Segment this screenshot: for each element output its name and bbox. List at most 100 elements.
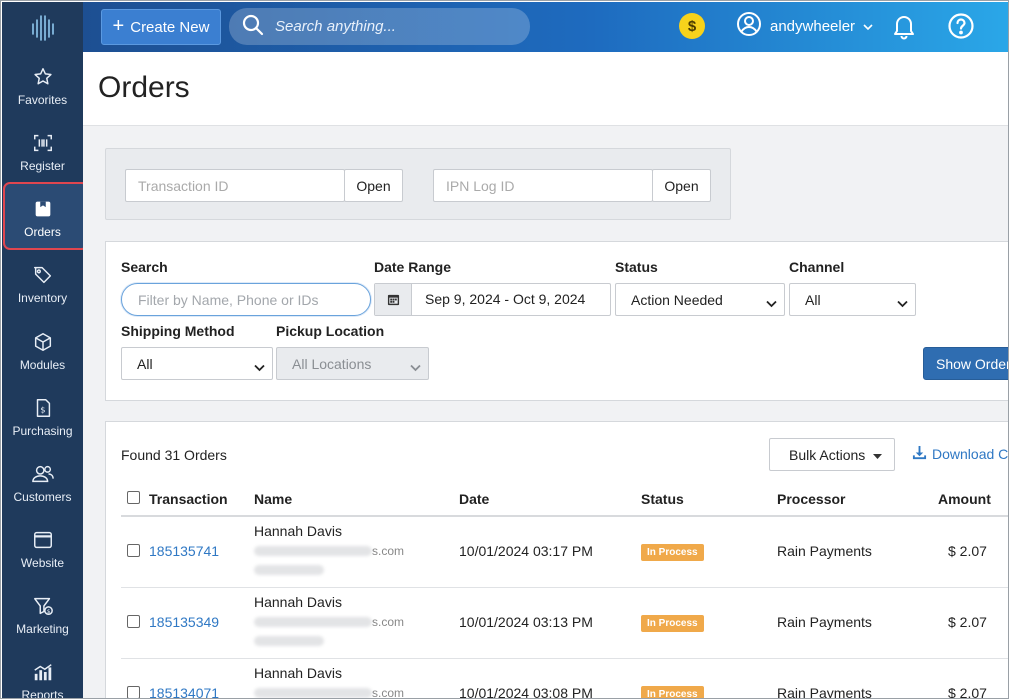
customer-name: Hannah Davis bbox=[254, 665, 342, 681]
username: andywheeler bbox=[770, 17, 856, 35]
tag-icon bbox=[31, 263, 55, 287]
sidebar-item-label: Orders bbox=[24, 225, 61, 239]
sidebar-item-website[interactable]: Website bbox=[2, 520, 83, 580]
row-checkbox[interactable] bbox=[127, 615, 140, 628]
date-range-label: Date Range bbox=[374, 259, 452, 275]
redacted-phone bbox=[254, 636, 324, 646]
download-csv-label: Download CSV bbox=[932, 446, 1009, 462]
order-date: 10/01/2024 03:13 PM bbox=[459, 614, 593, 630]
pickup-location-label: Pickup Location bbox=[276, 323, 385, 339]
table-row[interactable]: 185135349 Hannah Davis s.com 10/01/2024 … bbox=[121, 588, 1008, 659]
pickup-location-select: All Locations bbox=[276, 347, 429, 380]
status-badge: In Process bbox=[641, 686, 704, 698]
transaction-link[interactable]: 185134071 bbox=[149, 685, 219, 698]
transaction-link[interactable]: 185135741 bbox=[149, 543, 219, 559]
sidebar-item-register[interactable]: Register bbox=[2, 123, 83, 183]
date-range-picker[interactable]: Sep 9, 2024 - Oct 9, 2024 bbox=[374, 283, 611, 316]
sidebar-item-purchasing[interactable]: $ Purchasing bbox=[2, 388, 83, 448]
shipping-method-select[interactable]: All bbox=[121, 347, 273, 380]
order-search-input[interactable] bbox=[121, 283, 371, 316]
caret-down-icon bbox=[873, 447, 883, 463]
sidebar-item-label: Marketing bbox=[16, 622, 69, 636]
sidebar-item-inventory[interactable]: Inventory bbox=[2, 255, 83, 315]
page-title: Orders bbox=[98, 71, 190, 104]
sidebar-item-customers[interactable]: Customers bbox=[2, 454, 83, 514]
show-orders-button[interactable]: Show Orders bbox=[923, 347, 1008, 380]
shipping-method-value: All bbox=[137, 355, 153, 372]
select-all-checkbox[interactable] bbox=[127, 491, 140, 504]
sidebar-item-marketing[interactable]: $ Marketing bbox=[2, 586, 83, 646]
app-logo[interactable] bbox=[2, 2, 83, 52]
chart-icon bbox=[31, 660, 55, 684]
transaction-link[interactable]: 185135349 bbox=[149, 614, 219, 630]
global-search-input[interactable] bbox=[275, 18, 515, 35]
bulk-actions-button[interactable]: Bulk Actions bbox=[769, 438, 895, 471]
cube-icon bbox=[31, 330, 55, 354]
column-header-amount[interactable]: Amount bbox=[938, 491, 991, 507]
sidebar-item-label: Reports bbox=[21, 688, 64, 699]
user-menu[interactable]: andywheeler bbox=[736, 12, 873, 40]
column-header-date[interactable]: Date bbox=[459, 491, 489, 507]
channel-select-value: All bbox=[805, 291, 821, 308]
bulk-actions-label: Bulk Actions bbox=[789, 446, 866, 463]
star-icon bbox=[31, 65, 55, 89]
account-icon bbox=[736, 11, 762, 41]
channel-select[interactable]: All bbox=[789, 283, 916, 316]
order-amount: $ 2.07 bbox=[948, 685, 987, 699]
table-row[interactable]: 185135741 Hannah Davis s.com 10/01/2024 … bbox=[121, 517, 1008, 588]
sidebar-item-favorites[interactable]: Favorites bbox=[2, 57, 83, 117]
caret-down-icon bbox=[863, 18, 873, 35]
create-new-button[interactable]: + Create New bbox=[101, 9, 221, 45]
sidebar: Favorites Register Orders Inventory Modu bbox=[2, 2, 89, 699]
sidebar-item-modules[interactable]: Modules bbox=[2, 322, 83, 382]
svg-text:$: $ bbox=[46, 609, 50, 615]
column-header-transaction[interactable]: Transaction bbox=[149, 491, 228, 507]
sidebar-item-label: Website bbox=[20, 556, 65, 570]
box-icon bbox=[31, 197, 55, 221]
help-icon[interactable] bbox=[947, 12, 975, 43]
open-ipn-log-button[interactable]: Open bbox=[652, 169, 711, 202]
column-header-status[interactable]: Status bbox=[641, 491, 684, 507]
ipn-log-id-input[interactable] bbox=[433, 169, 653, 202]
row-checkbox[interactable] bbox=[127, 544, 140, 557]
coin-symbol: $ bbox=[687, 17, 697, 35]
page-header: Orders bbox=[83, 52, 1008, 126]
status-select[interactable]: Action Needed bbox=[615, 283, 785, 316]
table-row[interactable]: 185134071 Hannah Davis s.com 10/01/2024 … bbox=[121, 659, 1008, 699]
row-checkbox[interactable] bbox=[127, 686, 140, 698]
column-header-processor[interactable]: Processor bbox=[777, 491, 845, 507]
users-icon bbox=[31, 462, 55, 486]
shipping-method-label: Shipping Method bbox=[121, 323, 235, 339]
column-header-name[interactable]: Name bbox=[254, 491, 292, 507]
plus-icon: + bbox=[112, 15, 125, 37]
bell-icon[interactable] bbox=[891, 12, 917, 43]
order-amount: $ 2.07 bbox=[948, 543, 987, 559]
sidebar-item-label: Register bbox=[20, 159, 65, 173]
download-csv-link[interactable]: Download CSV bbox=[912, 445, 1009, 463]
processor: Rain Payments bbox=[777, 685, 872, 699]
open-transaction-button[interactable]: Open bbox=[344, 169, 403, 202]
chevron-down-icon bbox=[766, 295, 777, 311]
order-date: 10/01/2024 03:08 PM bbox=[459, 685, 593, 699]
customer-name: Hannah Davis bbox=[254, 523, 342, 539]
date-range-value: Sep 9, 2024 - Oct 9, 2024 bbox=[425, 291, 586, 307]
transaction-id-input[interactable] bbox=[125, 169, 345, 202]
email-domain-tail: s.com bbox=[372, 686, 405, 699]
redacted-email bbox=[254, 688, 372, 698]
channel-filter-label: Channel bbox=[789, 259, 845, 275]
calendar-icon bbox=[375, 284, 412, 315]
order-amount: $ 2.07 bbox=[948, 614, 987, 630]
create-new-label: Create New bbox=[130, 18, 210, 36]
rain-logo-icon bbox=[31, 15, 54, 41]
coin-icon[interactable]: $ bbox=[679, 13, 705, 39]
email-domain-tail: s.com bbox=[372, 544, 405, 558]
sidebar-item-label: Favorites bbox=[17, 93, 68, 107]
chevron-down-icon bbox=[254, 359, 265, 375]
orders-panel: Found 31 Orders Bulk Actions Download CS… bbox=[105, 421, 1009, 699]
filter-panel: Search Date Range Sep 9, 2024 - Oct 9, 2… bbox=[105, 241, 1008, 401]
sidebar-item-label: Modules bbox=[19, 358, 66, 372]
status-badge: In Process bbox=[641, 544, 704, 561]
main-content: Orders Open Open Search Date Range Sep 9… bbox=[83, 52, 1009, 699]
sidebar-item-reports[interactable]: Reports bbox=[2, 652, 83, 699]
sidebar-item-orders[interactable]: Orders bbox=[2, 189, 83, 249]
